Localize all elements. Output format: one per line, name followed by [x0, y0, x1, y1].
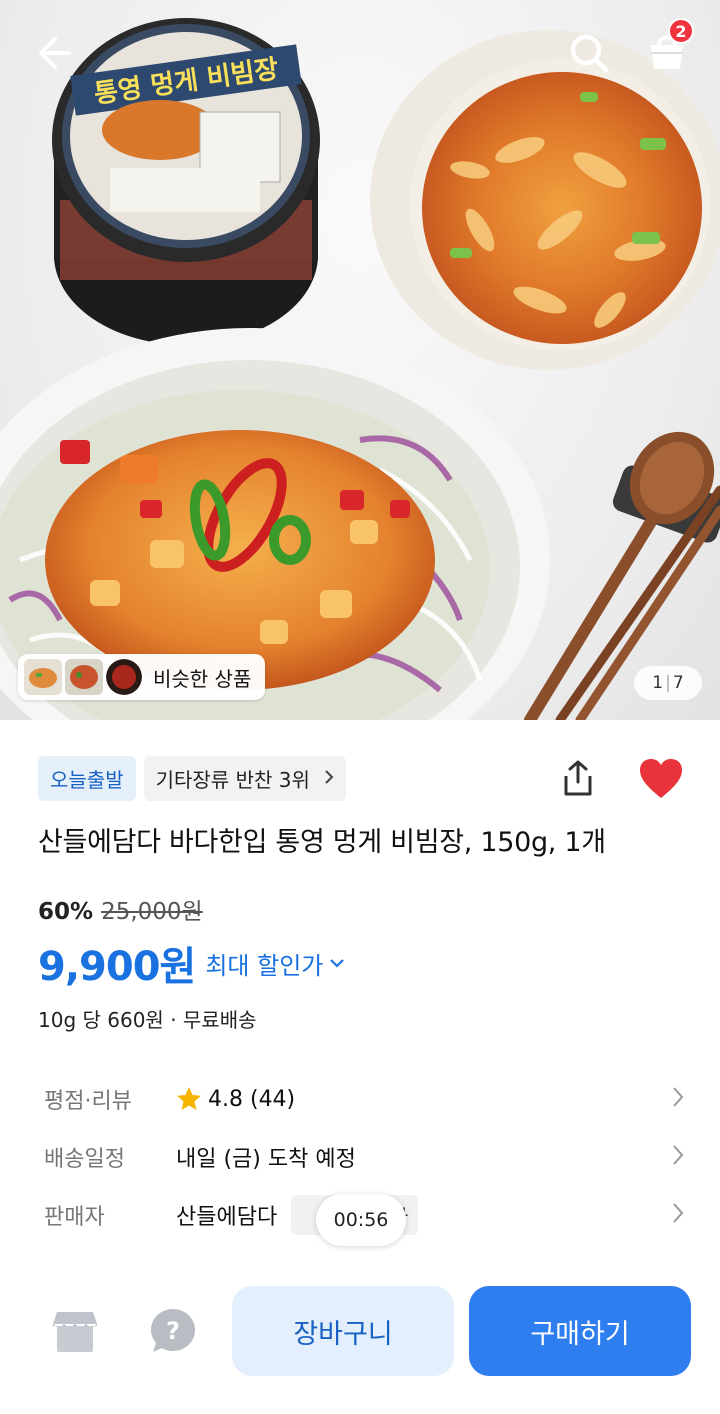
- product-image-carousel[interactable]: 통영 멍게 비빔장 2 비슷한 상품 1 | 7: [0, 0, 720, 720]
- share-icon: [564, 760, 592, 796]
- original-price: 25,000원: [101, 899, 203, 925]
- similar-products-label: 비슷한 상품: [153, 666, 252, 691]
- cart-count-badge: 2: [668, 18, 694, 44]
- countdown-timer: 00:56: [316, 1194, 406, 1246]
- rating-review-row[interactable]: 평점·리뷰 4.8 (44): [44, 1070, 684, 1128]
- similar-products-chip[interactable]: 비슷한 상품: [18, 654, 266, 700]
- similar-thumb-1: [24, 659, 62, 695]
- max-discount-toggle[interactable]: 최대 할인가: [205, 946, 345, 981]
- category-ranking-label: 기타장류 반찬 3위: [155, 768, 310, 792]
- max-discount-label: 최대 할인가: [205, 951, 324, 980]
- wishlist-button[interactable]: [634, 752, 688, 806]
- store-button[interactable]: [46, 1302, 104, 1360]
- image-page-indicator: 1 | 7: [634, 666, 702, 700]
- arrow-left-icon: [39, 37, 71, 69]
- page-total: 7: [672, 673, 684, 693]
- product-title: 산들에담다 바다한입 통영 멍게 비빔장, 150g, 1개: [38, 827, 606, 858]
- category-ranking-badge[interactable]: 기타장류 반찬 3위: [143, 756, 346, 801]
- search-icon: [570, 34, 609, 73]
- discount-rate: 60%: [38, 899, 94, 925]
- svg-text:?: ?: [166, 1317, 180, 1345]
- page-current: 1: [652, 673, 664, 693]
- rating-value-wrap: 4.8 (44): [176, 1086, 295, 1112]
- chevron-right-icon: [673, 1087, 684, 1107]
- price-row: 9,900원 최대 할인가: [38, 934, 345, 992]
- search-button[interactable]: [558, 22, 620, 84]
- rating-value: 4.8 (44): [208, 1086, 296, 1112]
- store-icon: [53, 1312, 97, 1352]
- delivery-schedule-row[interactable]: 배송일정 내일 (금) 도착 예정: [44, 1128, 684, 1186]
- sale-price: 9,900원: [38, 944, 196, 990]
- delivery-value: 내일 (금) 도착 예정: [176, 1147, 356, 1172]
- rating-key: 평점·리뷰: [44, 1089, 132, 1114]
- similar-thumb-2: [65, 659, 103, 695]
- product-photo: 통영 멍게 비빔장: [0, 18, 720, 720]
- chevron-right-icon: [673, 1145, 684, 1165]
- buy-now-button[interactable]: 구매하기: [469, 1286, 691, 1376]
- unit-price-shipping: 10g 당 660원 · 무료배송: [38, 1008, 257, 1032]
- similar-thumb-3: [106, 659, 142, 695]
- chevron-down-icon: [330, 959, 345, 968]
- page-separator: |: [665, 673, 671, 693]
- today-ship-badge: 오늘출발: [38, 756, 136, 801]
- bottom-action-bar: ? 장바구니 구매하기: [0, 1270, 720, 1414]
- delivery-key: 배송일정: [44, 1147, 125, 1172]
- question-icon: ?: [151, 1309, 195, 1352]
- badge-row: 오늘출발 기타장류 반찬 3위: [38, 756, 346, 801]
- star-icon: [177, 1087, 201, 1110]
- seller-key: 판매자: [44, 1205, 105, 1230]
- discount-row: 60% 25,000원: [38, 892, 203, 926]
- heart-icon: [640, 759, 682, 798]
- add-to-cart-button[interactable]: 장바구니: [232, 1286, 454, 1376]
- seller-name: 산들에담다: [176, 1205, 278, 1230]
- share-button[interactable]: [552, 752, 604, 804]
- cart-button[interactable]: 2: [634, 18, 700, 84]
- back-button[interactable]: [22, 22, 84, 84]
- chevron-right-icon: [673, 1203, 684, 1223]
- chevron-right-icon: [324, 769, 334, 789]
- inquiry-button[interactable]: ?: [144, 1302, 202, 1360]
